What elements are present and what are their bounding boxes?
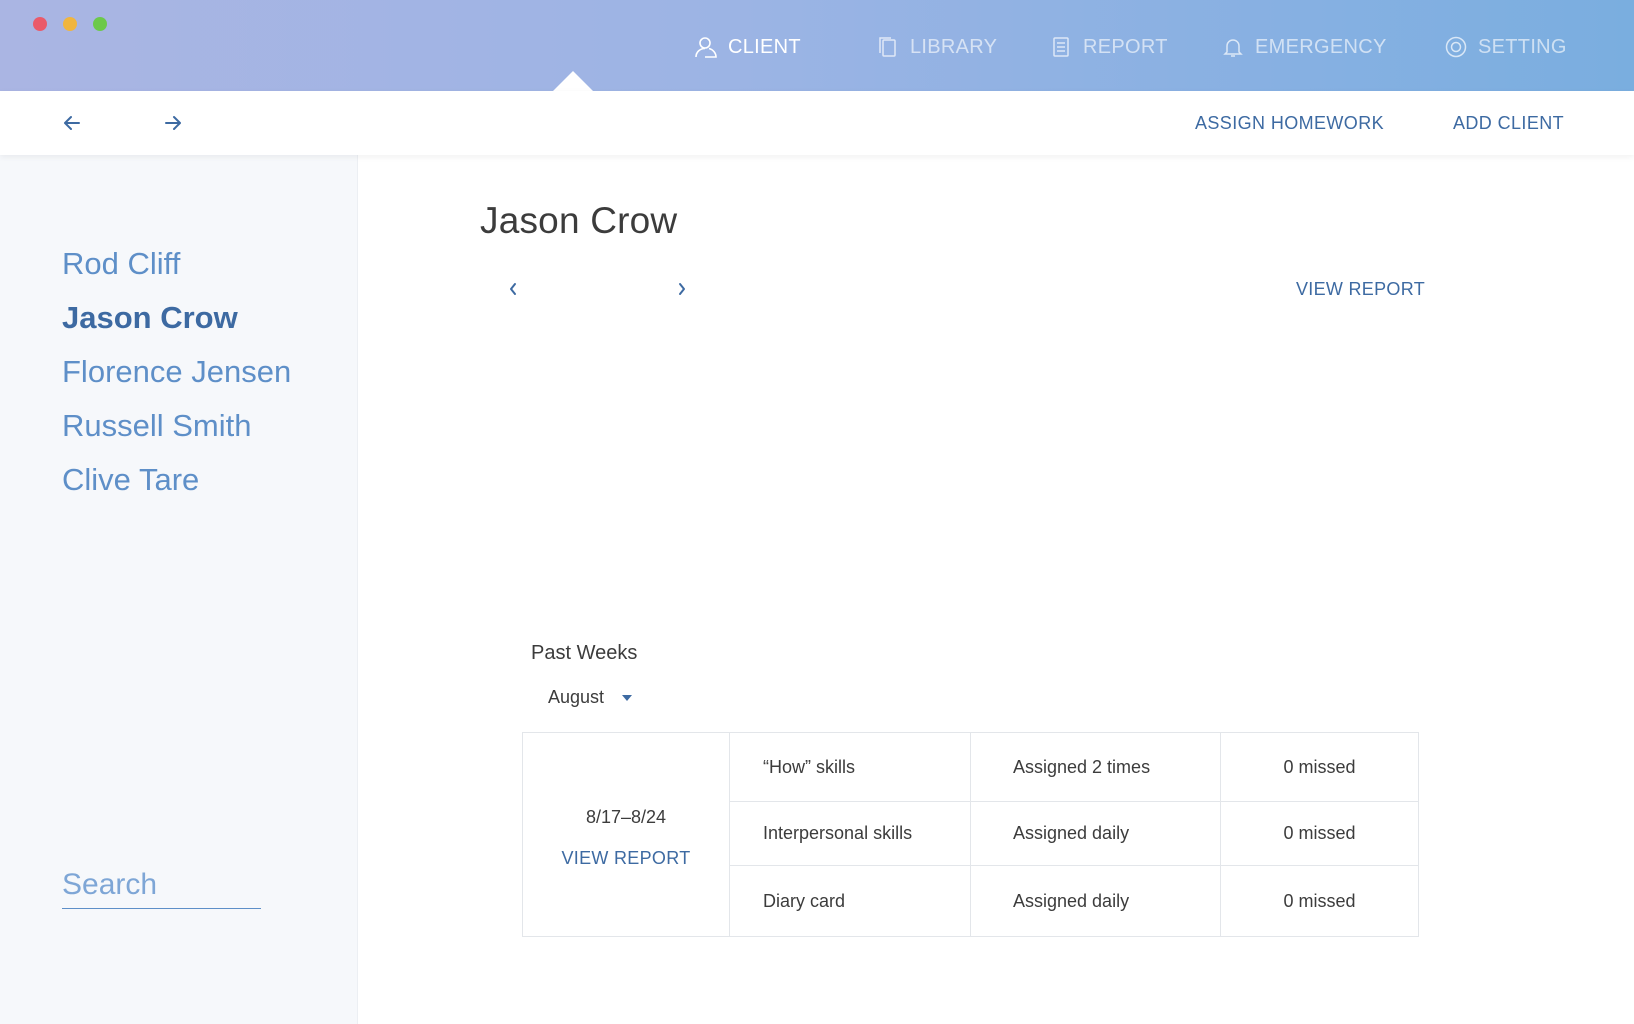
missed-count: 0 missed (1283, 890, 1356, 911)
page-title: Jason Crow (480, 200, 678, 241)
bell-icon (1221, 35, 1245, 59)
arrow-right-icon (160, 110, 186, 136)
back-button[interactable] (59, 110, 85, 136)
gear-icon (1444, 35, 1468, 59)
past-weeks-table: 8/17–8/24 VIEW REPORT “How” skills Assig… (522, 732, 1419, 937)
tab-setting[interactable]: SETTING (1444, 33, 1567, 61)
user-icon (694, 35, 718, 59)
tab-setting-label: SETTING (1478, 35, 1567, 58)
forward-button[interactable] (160, 110, 186, 136)
arrow-left-icon (59, 110, 85, 136)
client-item-clive-tare[interactable]: Clive Tare (62, 453, 291, 507)
zoom-window-button[interactable] (93, 17, 107, 31)
tab-library-label: LIBRARY (910, 35, 998, 58)
client-list: Rod Cliff Jason Crow Florence Jensen Rus… (62, 237, 291, 507)
add-client-button[interactable]: ADD CLIENT (1453, 113, 1564, 134)
toolbar: ASSIGN HOMEWORK ADD CLIENT (0, 91, 1634, 155)
chevron-left-icon (504, 278, 522, 300)
next-week-button[interactable] (673, 278, 691, 300)
client-item-jason-crow[interactable]: Jason Crow (62, 291, 291, 345)
copy-icon (876, 35, 900, 59)
assigned-frequency: Assigned daily (971, 802, 1221, 865)
skill-name: Interpersonal skills (730, 802, 971, 865)
view-report-button[interactable]: VIEW REPORT (1296, 279, 1425, 300)
search-field (62, 868, 261, 909)
document-icon (1049, 35, 1073, 59)
assigned-frequency: Assigned 2 times (971, 733, 1221, 801)
minimize-window-button[interactable] (63, 17, 77, 31)
previous-week-button[interactable] (504, 278, 522, 300)
week-view-report-button[interactable]: VIEW REPORT (562, 848, 691, 869)
tab-emergency-label: EMERGENCY (1255, 35, 1387, 58)
window-controls (33, 17, 107, 31)
caret-down-icon (622, 694, 633, 701)
missed-count: 0 missed (1283, 823, 1356, 843)
skill-name: “How” skills (730, 733, 971, 801)
tab-report[interactable]: REPORT (1049, 33, 1168, 61)
table-row: Diary card Assigned daily 0 missed (730, 866, 1418, 936)
assign-homework-button[interactable]: ASSIGN HOMEWORK (1195, 113, 1384, 134)
month-dropdown-value: August (548, 687, 605, 707)
tab-client[interactable]: CLIENT (694, 33, 801, 61)
chevron-right-icon (673, 278, 691, 300)
client-item-russell-smith[interactable]: Russell Smith (62, 399, 291, 453)
client-item-florence-jensen[interactable]: Florence Jensen (62, 345, 291, 399)
table-row: “How” skills Assigned 2 times 0 missed (730, 733, 1418, 802)
missed-count: 0 missed (1283, 756, 1356, 777)
week-range: 8/17–8/24 (585, 806, 667, 827)
tab-emergency[interactable]: EMERGENCY (1221, 33, 1387, 61)
week-rows: “How” skills Assigned 2 times 0 missed I… (730, 733, 1418, 936)
client-item-rod-cliff[interactable]: Rod Cliff (62, 237, 291, 291)
client-sidebar: Rod Cliff Jason Crow Florence Jensen Rus… (0, 155, 358, 1024)
top-navigation-bar: CLIENT LIBRARY REPORT EMERGENCY SETTING (0, 0, 1634, 91)
past-weeks-heading: Past Weeks (531, 642, 638, 664)
tab-library[interactable]: LIBRARY (876, 33, 997, 61)
tab-client-label: CLIENT (728, 35, 801, 58)
table-row: Interpersonal skills Assigned daily 0 mi… (730, 802, 1418, 866)
assigned-frequency: Assigned daily (971, 866, 1221, 936)
month-dropdown[interactable]: August (548, 687, 633, 708)
skill-name: Diary card (730, 866, 971, 936)
tab-report-label: REPORT (1083, 35, 1168, 58)
search-input[interactable] (62, 868, 261, 908)
week-summary-cell: 8/17–8/24 VIEW REPORT (523, 733, 730, 936)
close-window-button[interactable] (33, 17, 47, 31)
active-tab-indicator (553, 71, 593, 91)
